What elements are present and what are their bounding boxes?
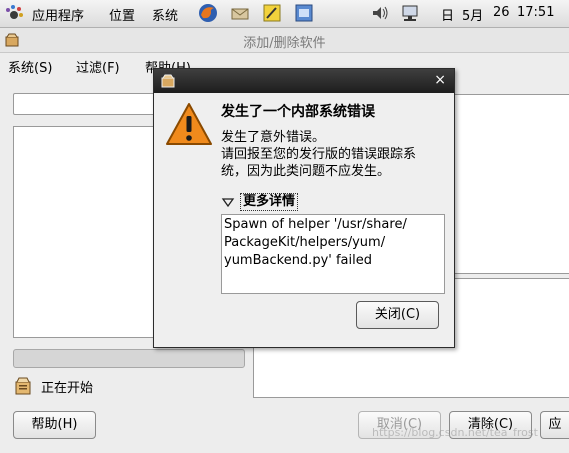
gnome-foot-icon[interactable] — [4, 4, 24, 24]
screenshot-icon[interactable] — [294, 3, 314, 23]
dialog-message: 发生了意外错误。 请回报至您的发行版的错误跟踪系 统，因为此类问题不应发生。 — [221, 129, 451, 180]
applications-menu[interactable]: 应用程序 — [32, 5, 84, 24]
search-input[interactable] — [13, 93, 163, 115]
window-titlebar: 添加/删除软件 — [0, 28, 569, 53]
package-list[interactable] — [454, 94, 569, 274]
firefox-icon[interactable] — [198, 3, 218, 23]
dialog-titlebar: × — [154, 69, 454, 93]
clock-time[interactable]: 17:51 — [517, 5, 554, 20]
error-dialog: × 发生了一个内部系统错误 发生了意外错误。 请回报至您的发行版的错误跟踪系 统… — [153, 68, 455, 348]
clock-date[interactable]: 26 — [493, 5, 510, 20]
dialog-message-line: 发生了意外错误。 — [221, 130, 326, 145]
network-icon[interactable] — [400, 3, 420, 23]
help-button[interactable]: 帮助(H) — [13, 411, 96, 439]
places-menu[interactable]: 位置 — [109, 5, 135, 24]
volume-icon[interactable] — [370, 3, 390, 23]
status-text: 正在开始 — [41, 381, 94, 396]
details-line: PackageKit/helpers/yum/ — [224, 235, 386, 250]
clock-day[interactable]: 日 — [441, 5, 454, 24]
details-line: yumBackend.py' failed — [224, 253, 372, 268]
menu-filter[interactable]: 过滤(F) — [76, 57, 120, 76]
package-manager-icon — [161, 74, 175, 88]
dialog-close-button[interactable]: 关闭(C) — [356, 301, 439, 329]
details-label[interactable]: 更多详情 — [240, 193, 299, 211]
dialog-message-line: 请回报至您的发行版的错误跟踪系 — [221, 147, 417, 162]
package-status-icon — [15, 377, 31, 395]
text-editor-icon[interactable] — [262, 3, 282, 23]
details-line: Spawn of helper '/usr/share/ — [224, 217, 407, 232]
expander-arrow-icon[interactable] — [221, 195, 235, 209]
apply-button[interactable]: 应 — [540, 411, 569, 439]
menu-system[interactable]: 系统(S) — [8, 57, 52, 76]
dialog-close-icon[interactable]: × — [434, 72, 446, 88]
mail-client-icon[interactable] — [230, 3, 250, 23]
system-menu[interactable]: 系统 — [152, 5, 178, 24]
details-text[interactable]: Spawn of helper '/usr/share/ PackageKit/… — [221, 214, 445, 294]
dialog-heading: 发生了一个内部系统错误 — [221, 104, 375, 120]
watermark: https://blog.csdn.net/tea_frost — [372, 426, 538, 439]
dialog-message-line: 统，因为此类问题不应发生。 — [221, 164, 391, 179]
clock-month[interactable]: 5月 — [462, 5, 483, 24]
progress-bar — [13, 349, 245, 368]
window-title: 添加/删除软件 — [243, 36, 326, 51]
warning-icon — [166, 103, 212, 145]
top-panel: 应用程序 位置 系统 日 5月 26 17:51 — [0, 0, 569, 28]
